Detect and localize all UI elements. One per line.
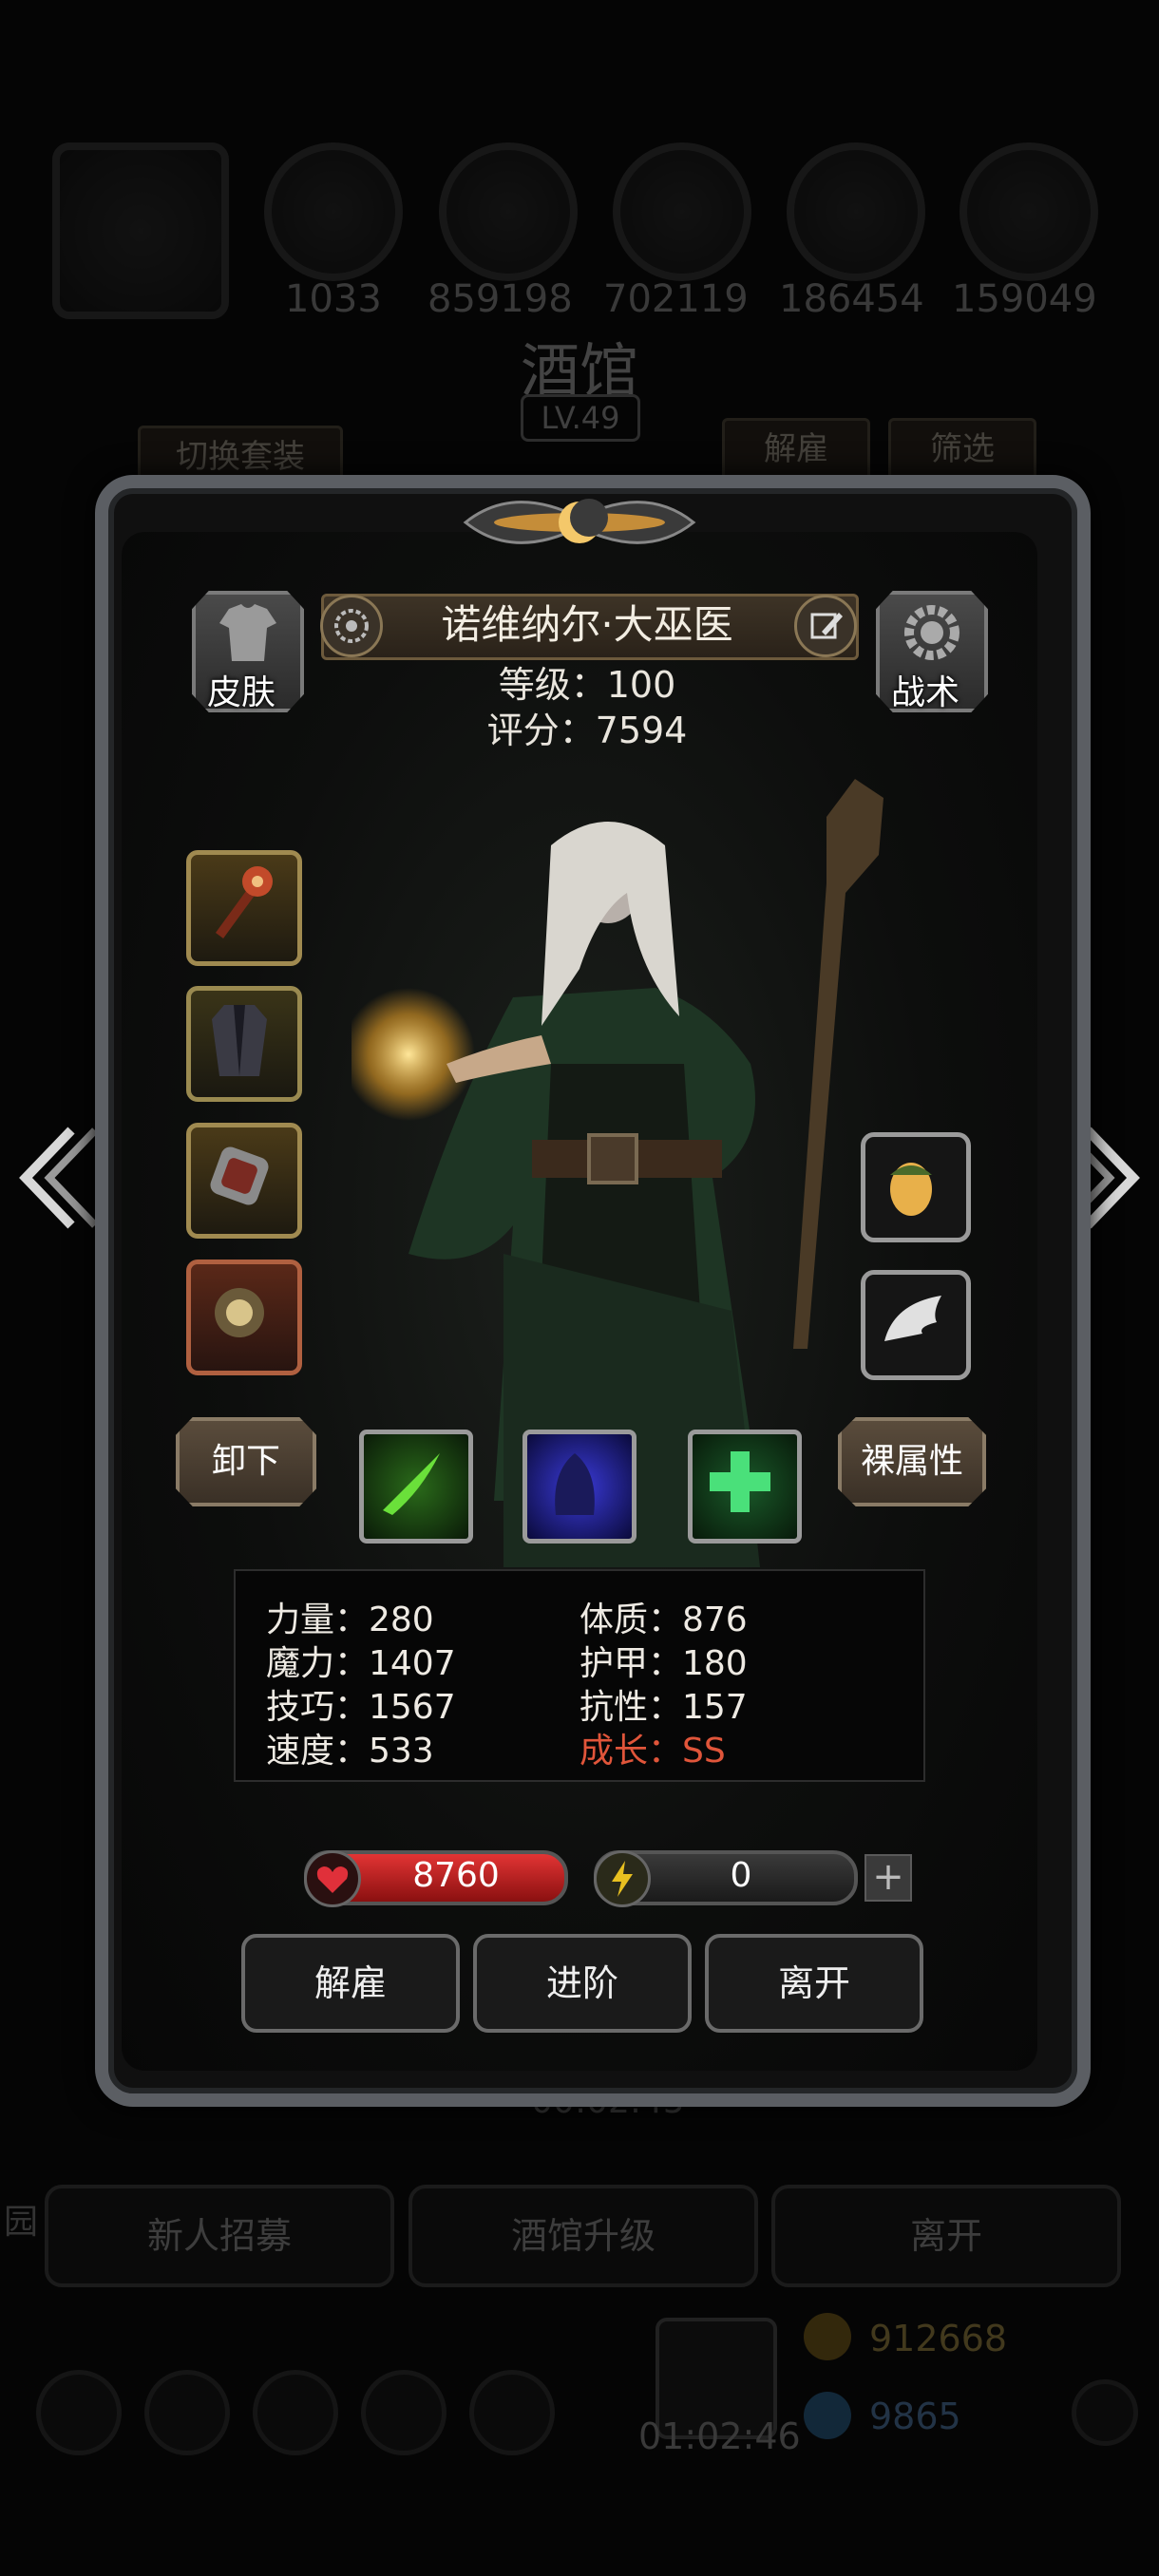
mace-icon [215,866,273,938]
resource-value: 1033 [285,277,382,321]
bg-leave-button: 离开 [771,2185,1121,2287]
menu-icon [469,2370,555,2455]
tavern-upgrade-button: 酒馆升级 [408,2185,758,2287]
wing-slot[interactable] [861,1270,971,1380]
side-text: 园 [4,2203,39,2242]
stat-resistance: 抗性：157 [580,1688,748,1727]
leave-button[interactable]: 离开 [705,1934,923,2033]
resource-icon [960,142,1098,281]
green-claw-icon [383,1453,440,1515]
tactics-label: 战术 [891,673,960,712]
resource-icon [787,142,925,281]
accessory-slot[interactable] [186,1260,302,1375]
bracer-icon [210,1146,269,1205]
previous-hero-arrow-icon[interactable] [14,1121,100,1235]
skin-label: 皮肤 [207,673,276,712]
menu-icon [361,2370,446,2455]
stat-constitution: 体质：876 [580,1601,748,1639]
dismiss-hero-button[interactable]: 解雇 [241,1934,460,2033]
moon-ornament-icon [463,499,696,544]
stat-strength: 力量：280 [266,1601,434,1639]
resource-value: 859198 [428,277,573,321]
resource-icon [439,142,578,281]
lightning-icon [594,1850,651,1907]
stat-growth: 成长：SS [580,1732,726,1771]
gold-value: 912668 [869,2318,1008,2359]
add-energy-button[interactable]: + [864,1854,912,1902]
bottom-timer: 01:02:46 [638,2415,801,2457]
bg-filter-button: 筛选 [888,418,1036,481]
stat-speed: 速度：533 [266,1732,434,1771]
hp-value: 8760 [412,1856,500,1895]
resource-value: 702119 [603,277,749,321]
skill-slot-3[interactable] [688,1430,802,1544]
advance-hero-button[interactable]: 进阶 [473,1934,692,2033]
stat-magic: 魔力：1407 [266,1644,456,1683]
gear-icon [904,605,960,660]
unequip-button[interactable]: 卸下 [176,1417,316,1506]
stat-armor: 护甲：180 [580,1644,748,1683]
stat-skill: 技巧：1567 [266,1688,456,1727]
menu-icon [36,2370,122,2455]
skill-slot-1[interactable] [359,1430,473,1544]
tavern-level: LV.49 [521,394,640,442]
gold-coin-icon [804,2313,851,2360]
edit-name-icon[interactable] [794,595,857,657]
armor-slot[interactable] [186,986,302,1102]
resource-value: 159049 [952,277,1097,321]
lantern-icon [890,1163,932,1216]
robe-icon [212,1005,267,1076]
base-attributes-button[interactable]: 裸属性 [838,1417,986,1506]
heal-cross-icon [710,1451,770,1512]
menu-icon [253,2370,338,2455]
add-icon [1072,2379,1138,2446]
resource-icon [264,142,403,281]
skill-slot-2[interactable] [522,1430,636,1544]
hero-score: 评分：7594 [486,710,688,751]
hero-portrait-slot [52,142,229,319]
resource-icon [613,142,751,281]
menu-icon [144,2370,230,2455]
badge-icon[interactable] [320,595,383,657]
hero-level: 等级：100 [498,664,676,706]
bg-dismiss-button: 解雇 [722,418,870,481]
weapon-slot[interactable] [186,850,302,966]
lantern-slot[interactable] [861,1132,971,1242]
shield-slot[interactable] [186,1123,302,1239]
wing-icon [884,1296,941,1341]
amulet-icon [215,1288,264,1337]
gem-value: 9865 [869,2396,961,2437]
shirt-icon [219,604,276,661]
resource-value: 186454 [779,277,924,321]
gem-icon [804,2392,851,2439]
heart-icon [304,1850,361,1907]
recruit-button: 新人招募 [45,2185,394,2287]
energy-value: 0 [730,1856,752,1895]
shadow-spirit-icon [555,1453,595,1515]
hero-name: 诺维纳尔·大巫医 [441,601,733,648]
